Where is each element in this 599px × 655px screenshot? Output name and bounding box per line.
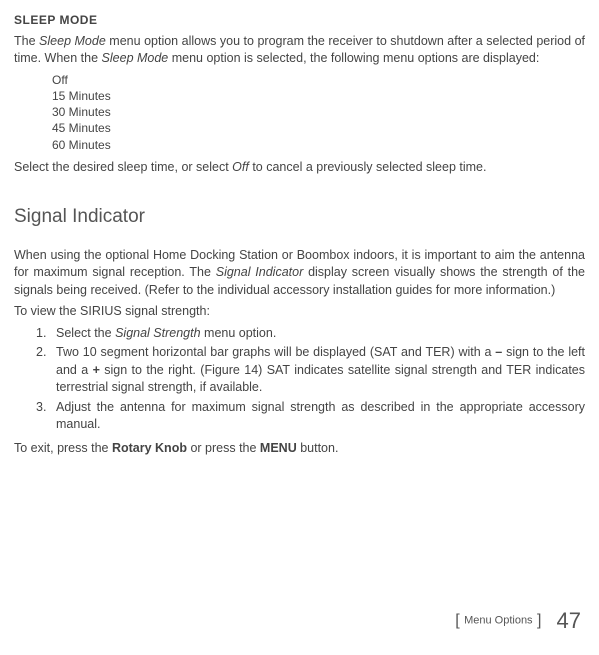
signal-indicator-title: Signal Indicator — [14, 204, 585, 231]
page-number: 47 — [557, 608, 581, 633]
option-60: 60 Minutes — [52, 137, 585, 153]
step-2: 2. Two 10 segment horizontal bar graphs … — [36, 344, 585, 397]
rotary-knob-term: Rotary Knob — [112, 441, 187, 455]
text: to cancel a previously selected sleep ti… — [249, 160, 487, 174]
text: Select the — [56, 326, 115, 340]
step-content: Adjust the antenna for maximum signal st… — [56, 399, 585, 434]
text: menu option. — [201, 326, 277, 340]
step-number: 3. — [36, 399, 56, 434]
sleep-mode-term: Sleep Mode — [102, 51, 169, 65]
text: The — [14, 34, 39, 48]
sleep-mode-header: SLEEP MODE — [14, 12, 585, 29]
option-off: Off — [52, 72, 585, 88]
option-45: 45 Minutes — [52, 120, 585, 136]
signal-indicator-para2: To view the SIRIUS signal strength: — [14, 303, 585, 321]
exit-instruction: To exit, press the Rotary Knob or press … — [14, 440, 585, 458]
text: Two 10 segment horizontal bar graphs wil… — [56, 345, 495, 359]
signal-indicator-term: Signal Indicator — [216, 265, 304, 279]
sleep-mode-options: Off 15 Minutes 30 Minutes 45 Minutes 60 … — [52, 72, 585, 153]
step-1: 1. Select the Signal Strength menu optio… — [36, 325, 585, 343]
bracket-left: [ — [455, 612, 464, 629]
step-content: Two 10 segment horizontal bar graphs wil… — [56, 344, 585, 397]
sleep-mode-intro: The Sleep Mode menu option allows you to… — [14, 33, 585, 68]
sleep-mode-closing: Select the desired sleep time, or select… — [14, 159, 585, 177]
footer-label: Menu Options — [464, 615, 532, 627]
text: menu option is selected, the following m… — [168, 51, 539, 65]
sleep-mode-term: Sleep Mode — [39, 34, 106, 48]
text: sign to the right. (Figure 14) SAT indic… — [56, 363, 585, 395]
option-30: 30 Minutes — [52, 104, 585, 120]
step-content: Select the Signal Strength menu option. — [56, 325, 585, 343]
off-term: Off — [232, 160, 249, 174]
step-3: 3. Adjust the antenna for maximum signal… — [36, 399, 585, 434]
signal-steps: 1. Select the Signal Strength menu optio… — [36, 325, 585, 434]
option-15: 15 Minutes — [52, 88, 585, 104]
menu-button-term: MENU — [260, 441, 297, 455]
text: button. — [297, 441, 339, 455]
text: To exit, press the — [14, 441, 112, 455]
bracket-right: ] — [533, 612, 542, 629]
plus-sign: + — [93, 363, 100, 377]
step-number: 1. — [36, 325, 56, 343]
step-number: 2. — [36, 344, 56, 397]
page-footer: [ Menu Options ] 47 — [455, 606, 581, 637]
signal-strength-term: Signal Strength — [115, 326, 200, 340]
signal-indicator-para1: When using the optional Home Docking Sta… — [14, 247, 585, 300]
text: Select the desired sleep time, or select — [14, 160, 232, 174]
text: or press the — [187, 441, 260, 455]
